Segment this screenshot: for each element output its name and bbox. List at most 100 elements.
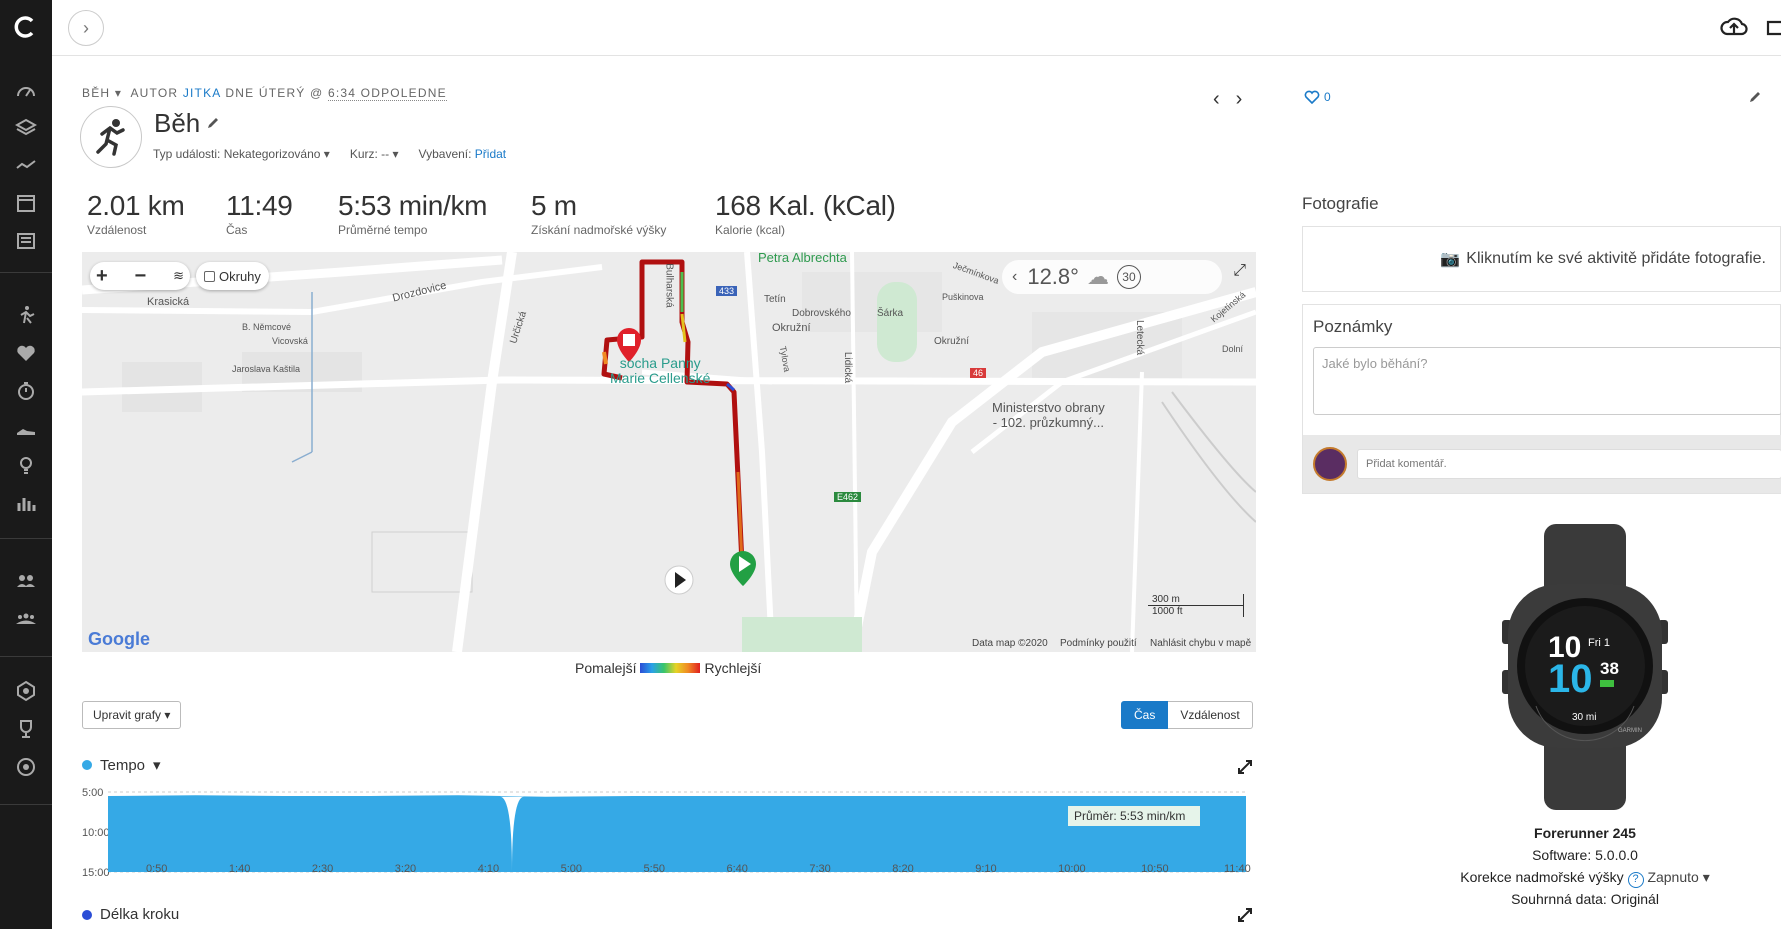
event-type-selector[interactable]: Typ události: Nekategorizováno ▾	[153, 147, 330, 161]
device-icon[interactable]	[1764, 14, 1781, 40]
like-button[interactable]: 0	[1304, 90, 1331, 104]
activity-type-crumb[interactable]: Běh	[82, 86, 110, 100]
author-prefix: Autor	[130, 86, 179, 100]
expand-chart-icon[interactable]	[1238, 908, 1252, 922]
edit-graphs-button[interactable]: Upravit grafy ▾	[82, 701, 182, 729]
google-logo: Google	[88, 629, 150, 649]
road-badge: 433	[716, 286, 738, 296]
date-prefix: dne úterý @	[225, 86, 324, 100]
fullscreen-icon[interactable]: ⤢	[1233, 262, 1246, 280]
stride-chart-header: Délka kroku	[82, 906, 179, 923]
road-badge: E462	[834, 492, 862, 502]
zoom-out-button[interactable]: −	[135, 265, 147, 288]
add-photos-area[interactable]: 📷 Kliknutím ke své aktivitě přidáte foto…	[1302, 226, 1781, 292]
x-tick-label: 10:00	[1058, 863, 1086, 875]
street-label: Vicovská	[272, 336, 308, 346]
add-gear-link[interactable]: Přidat	[475, 147, 506, 161]
elevation-correction-dropdown[interactable]: Zapnuto ▾	[1647, 869, 1709, 885]
caret-down-icon[interactable]: ▾	[153, 756, 161, 774]
terms-link[interactable]: Podmínky použití	[1060, 638, 1137, 649]
cloud-icon: ☁	[1086, 264, 1109, 289]
notes-textarea[interactable]: Jaké bylo běhání?	[1313, 347, 1781, 415]
poi-top[interactable]: Petra Albrechta	[758, 252, 847, 265]
previous-activity-chevron-icon[interactable]: ‹	[1213, 88, 1220, 111]
stat-avg-pace: 5:53 min/km Průměrné tempo	[338, 190, 488, 237]
reports-icon[interactable]	[12, 490, 40, 516]
map-zoom-controls: + − ≋	[90, 262, 190, 290]
health-stats-icon[interactable]	[12, 340, 40, 366]
layers-icon[interactable]: ≋	[173, 268, 184, 284]
notes-title: Poznámky	[1313, 317, 1393, 336]
zoom-in-button[interactable]: +	[96, 265, 108, 288]
notes-panel: Poznámky Jaké bylo běhání? Přidat koment…	[1302, 304, 1781, 494]
watch-distance: 30 mi	[1572, 712, 1596, 723]
laps-checkbox[interactable]	[204, 270, 215, 282]
watch-day: Fri 1	[1588, 637, 1610, 649]
distance-axis-tab[interactable]: Vzdálenost	[1168, 701, 1253, 729]
training-icon[interactable]	[12, 302, 40, 328]
x-tick-label: 6:40	[726, 863, 747, 875]
gear-shoe-icon[interactable]	[12, 416, 40, 442]
poi-statue[interactable]: socha Panny Marie Cellenské	[610, 356, 710, 386]
insights-bulb-icon[interactable]	[12, 452, 40, 478]
challenges-trophy-icon[interactable]	[12, 716, 40, 742]
calendar-icon[interactable]	[12, 190, 40, 216]
photos-title: Fotografie	[1302, 194, 1379, 213]
activities-icon[interactable]	[12, 115, 40, 141]
author-link[interactable]: Jitka	[183, 86, 221, 100]
map-tiles	[82, 252, 1256, 652]
caret-down-icon[interactable]: ▾	[115, 86, 122, 100]
avg-label: Průměr: 5:53 min/km	[1074, 809, 1185, 823]
next-activity-chevron-icon[interactable]: ›	[1236, 88, 1243, 111]
news-icon[interactable]	[12, 228, 40, 254]
street-label: Bulharská	[663, 263, 675, 308]
course-selector[interactable]: Kurz: -- ▾	[350, 147, 399, 161]
report-error-link[interactable]: Nahlásit chybu v mapě	[1150, 638, 1251, 649]
activity-time[interactable]: 6:34 odpoledne	[327, 86, 447, 101]
street-label: Dobrovského	[792, 308, 851, 319]
edit-title-pencil-icon[interactable]	[206, 116, 220, 130]
activity-map[interactable]: + − ≋ Okruhy ‹ 12.8° ☁ 30 ⤢ Krasická Dro…	[82, 252, 1256, 652]
expand-chart-icon[interactable]	[1238, 760, 1252, 774]
garmin-connect-logo[interactable]	[12, 14, 38, 40]
street-label: Šárka	[877, 308, 904, 319]
badges-icon[interactable]	[12, 678, 40, 704]
stat-calories: 168 Kal. (kCal) Kalorie (kcal)	[715, 190, 896, 237]
comment-bar: Přidat komentář.	[1303, 435, 1781, 493]
watch-seconds: 38	[1600, 659, 1619, 678]
pace-chart[interactable]: 5:00 10:00 15:00 0:50 1:40 2:30 3:20 4:10 5:00 5:…	[82, 784, 1256, 880]
edit-pencil-icon[interactable]	[1748, 90, 1762, 104]
expand-sidebar-button[interactable]: ›	[68, 10, 104, 46]
activity-title[interactable]: Běh	[154, 108, 200, 139]
y-tick-label: 15:00	[82, 867, 110, 879]
upload-cloud-icon[interactable]	[1720, 14, 1748, 40]
comment-input[interactable]: Přidat komentář.	[1357, 449, 1781, 479]
speed-gradient	[640, 663, 701, 673]
weather-widget: ‹ 12.8° ☁ 30	[1002, 260, 1222, 294]
help-icon[interactable]: ?	[1627, 872, 1644, 888]
left-sidebar	[0, 0, 52, 929]
stride-dot	[82, 909, 92, 920]
performance-icon[interactable]	[12, 378, 40, 404]
dashboard-icon[interactable]	[12, 78, 40, 104]
summary-data: Souhrnná data: Originál	[1511, 891, 1659, 907]
street-label: Tetín	[764, 294, 786, 305]
insights-icon[interactable]	[12, 152, 40, 178]
settings-target-icon[interactable]	[12, 754, 40, 780]
speed-legend: Pomalejší Rychlejší	[575, 660, 762, 676]
chevron-left-icon[interactable]: ‹	[1012, 268, 1017, 286]
road-badge: 46	[970, 368, 987, 378]
chevron-right-icon: ›	[83, 17, 89, 38]
x-tick-label: 0:50	[146, 863, 167, 875]
laps-toggle[interactable]: Okruhy	[196, 262, 269, 290]
map-attribution: Data map ©2020	[972, 638, 1048, 649]
x-tick-label: 8:20	[892, 863, 913, 875]
poi-ministry[interactable]: Ministerstvo obrany - 102. průzkumný...	[992, 400, 1105, 430]
x-tick-label: 3:20	[395, 863, 416, 875]
groups-icon[interactable]	[12, 606, 40, 632]
stat-distance: 2.01 km Vzdálenost	[87, 190, 185, 237]
activity-type-badge	[80, 106, 142, 168]
x-tick-label: 7:30	[809, 863, 830, 875]
time-axis-tab[interactable]: Čas	[1121, 701, 1169, 729]
connections-icon[interactable]	[12, 568, 40, 594]
